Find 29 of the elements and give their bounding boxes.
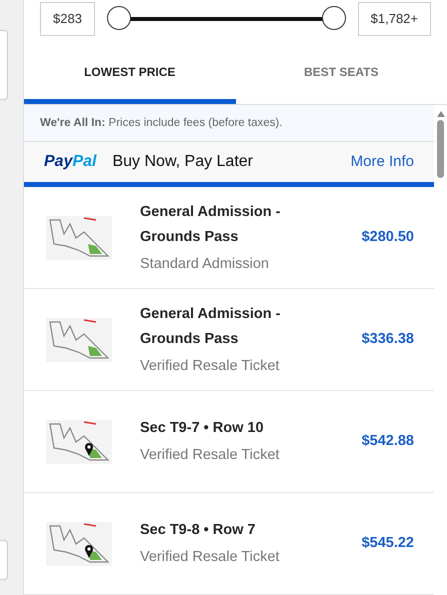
ticket-title: Sec T9-8 • Row 7 (140, 521, 256, 540)
ticket-price: $545.22 (362, 534, 414, 553)
scrollbar-thumb[interactable] (437, 120, 444, 178)
ticket-title: General Admission - Grounds Pass (140, 304, 282, 349)
ticket-title: General Admission - Grounds Pass (140, 202, 282, 247)
more-info-link[interactable]: More Info (350, 150, 414, 174)
ticket-price: $336.38 (362, 330, 414, 349)
fees-notice: We're All In: Prices include fees (before taxes). (40, 116, 282, 130)
ticket-row[interactable]: General Admission - Grounds Pass Standard Admission $280.50 (24, 187, 434, 289)
ticket-row[interactable]: Sec T9-8 • Row 7 Verified Resale Ticket $545.22 (24, 493, 434, 595)
ticket-title: Sec T9-7 • Row 10 (140, 419, 265, 438)
min-price-field[interactable]: $283 (40, 2, 95, 36)
paypal-promo: Buy Now, Pay Later (112, 152, 254, 172)
ticket-type: Verified Resale Ticket (140, 548, 280, 568)
paypal-logo: PayPal (44, 152, 96, 172)
ticket-row[interactable]: Sec T9-7 • Row 10 Verified Resale Ticket $542.88 (24, 391, 434, 493)
panel-edge (0, 540, 8, 580)
max-price-field[interactable]: $1,782+ (358, 2, 431, 36)
sort-tab[interactable]: BEST SEATS (236, 38, 447, 104)
ticket-type: Verified Resale Ticket (140, 446, 280, 466)
panel-edge (0, 30, 8, 100)
ticket-type: Standard Admission (140, 254, 270, 274)
slider-handle[interactable] (322, 6, 346, 30)
slider-handle[interactable] (106, 6, 131, 30)
ticket-price: $280.50 (362, 228, 414, 247)
scroll-up-icon[interactable] (436, 111, 444, 117)
ticket-price: $542.88 (362, 432, 414, 451)
ticket-row[interactable]: General Admission - Grounds Pass Verified Resale Ticket $336.38 (24, 289, 434, 391)
ticket-type: Verified Resale Ticket (140, 356, 280, 376)
